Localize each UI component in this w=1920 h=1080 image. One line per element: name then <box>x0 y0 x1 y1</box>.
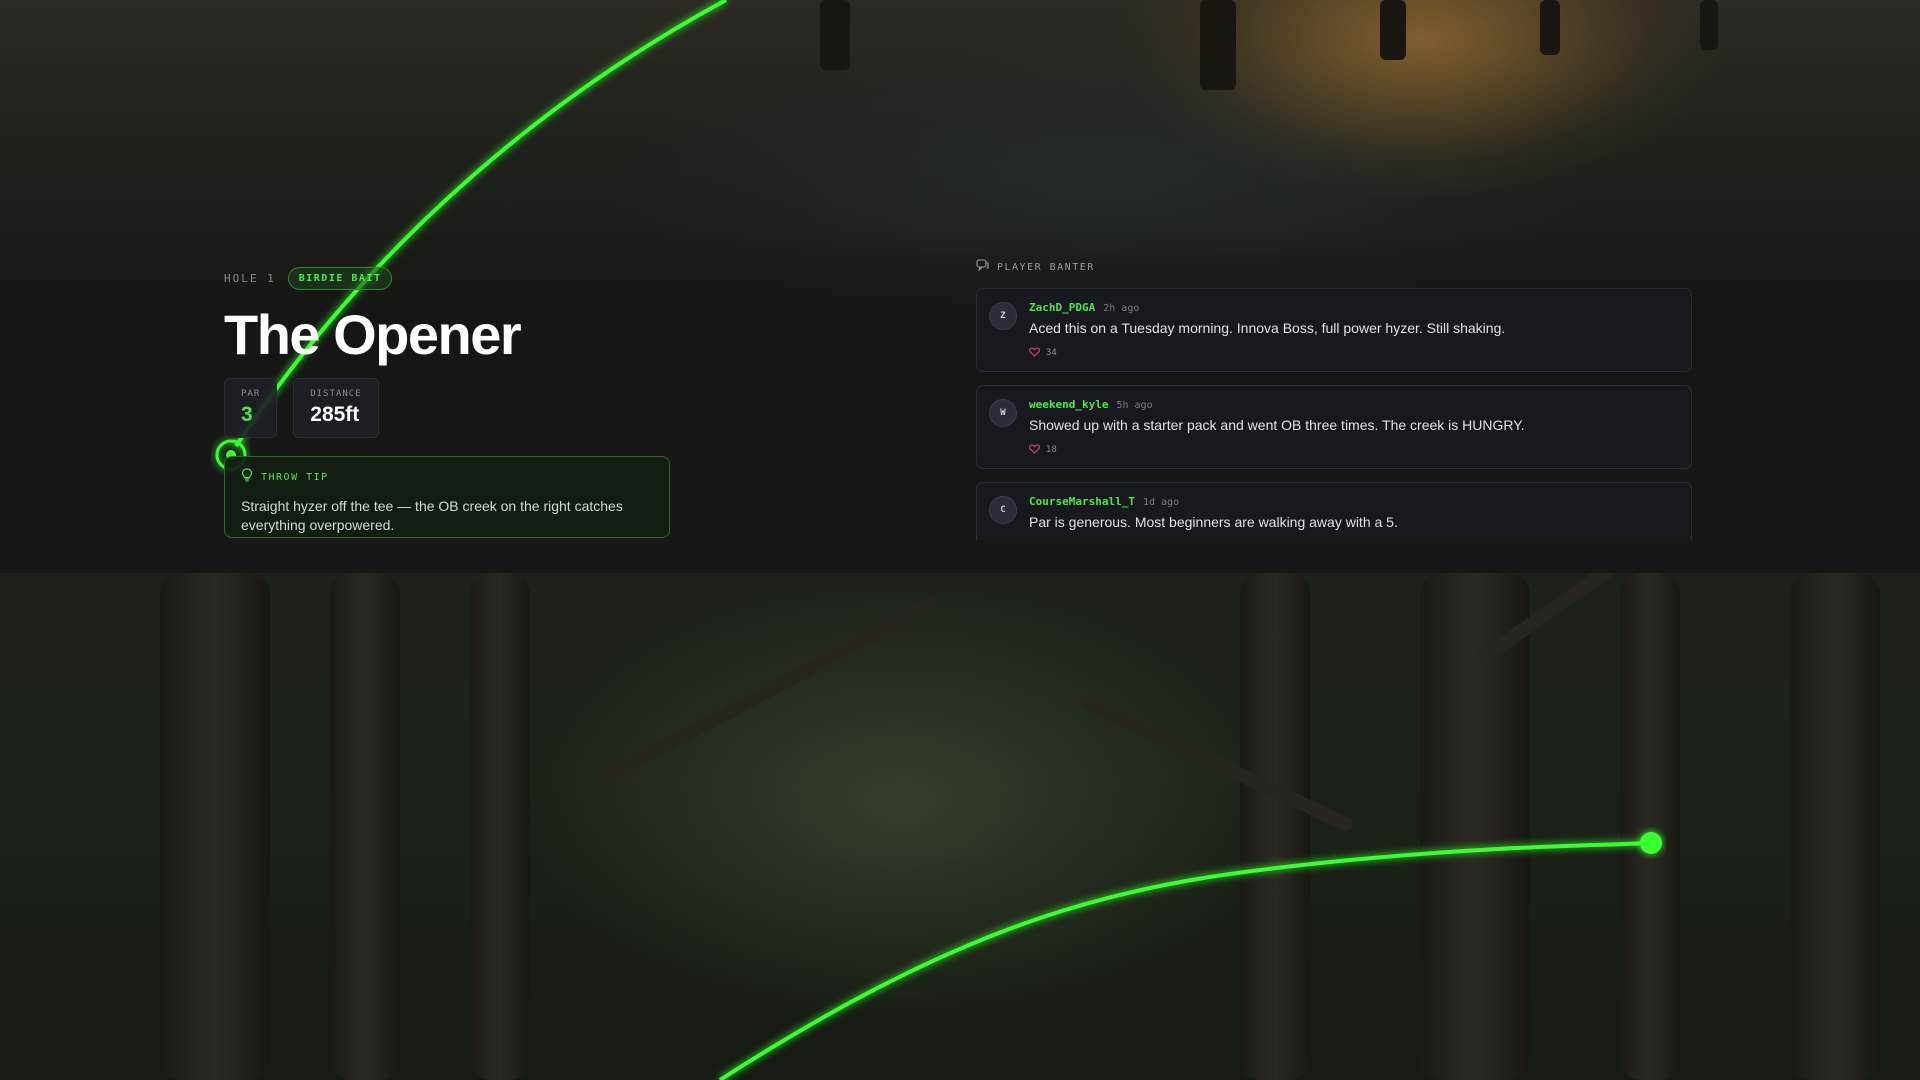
like-button[interactable]: 34 <box>1029 344 1679 362</box>
comment-timestamp: 2h ago <box>1103 303 1140 314</box>
comment-card: W weekend_kyle 5h ago Showed up with a s… <box>976 385 1692 469</box>
tip-title: THROW TIP <box>261 472 329 483</box>
avatar: C <box>989 496 1017 524</box>
hole-stats: PAR 3 DISTANCE 285ft <box>224 378 672 438</box>
comment-username[interactable]: weekend_kyle <box>1029 398 1108 411</box>
comment-card: Z ZachD_PDGA 2h ago Aced this on a Tuesd… <box>976 288 1692 372</box>
heart-icon <box>1029 441 1040 459</box>
hole-badge: BIRDIE BAIT <box>287 266 393 290</box>
throw-tip-card: THROW TIP Straight hyzer off the tee — t… <box>224 456 670 538</box>
tip-text: Straight hyzer off the tee — the OB cree… <box>241 498 623 533</box>
comment-text: Par is generous. Most beginners are walk… <box>1029 514 1398 530</box>
distance-value: 285ft <box>310 403 360 426</box>
like-button[interactable]: 18 <box>1029 441 1679 459</box>
banter-title: PLAYER BANTER <box>997 261 1095 273</box>
par-stat: PAR 3 <box>224 378 278 438</box>
avatar: Z <box>989 302 1017 330</box>
player-banter: PLAYER BANTER Z ZachD_PDGA 2h ago Aced t… <box>976 258 1692 540</box>
comment-text: Showed up with a starter pack and went O… <box>1029 417 1525 433</box>
like-count: 18 <box>1046 445 1057 455</box>
lightbulb-icon <box>241 468 253 487</box>
comment-timestamp: 1d ago <box>1142 497 1180 508</box>
comment-username[interactable]: ZachD_PDGA <box>1029 301 1095 314</box>
comment-username[interactable]: CourseMarshall_T <box>1029 495 1135 508</box>
distance-label: DISTANCE <box>310 389 362 399</box>
like-count: 34 <box>1046 348 1057 358</box>
comment-timestamp: 5h ago <box>1116 400 1153 411</box>
comment-card: C CourseMarshall_T 1d ago Par is generou… <box>976 482 1692 540</box>
comment-text: Aced this on a Tuesday morning. Innova B… <box>1029 320 1506 336</box>
distance-stat: DISTANCE 285ft <box>293 378 379 438</box>
forest-photo-bottom <box>0 573 1920 1080</box>
chat-icon <box>976 258 989 276</box>
avatar: W <box>989 399 1017 427</box>
hole-number: HOLE 1 <box>224 271 276 285</box>
heart-icon <box>1029 344 1040 362</box>
hole-title: The Opener <box>224 303 522 366</box>
par-label: PAR <box>241 389 261 399</box>
par-value: 3 <box>241 403 253 426</box>
hole-info: HOLE 1 BIRDIE BAIT The Opener PAR 3 DIST… <box>224 266 672 438</box>
